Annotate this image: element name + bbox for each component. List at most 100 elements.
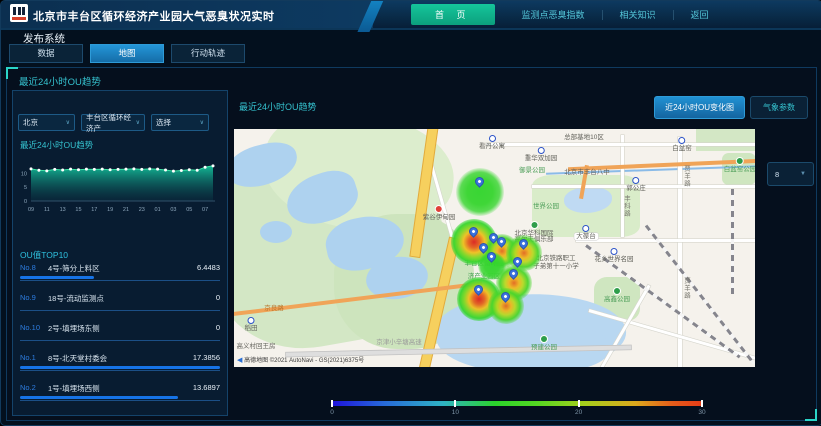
map-water — [260, 221, 292, 243]
map-label: 白盆窑 — [672, 137, 692, 152]
map-label-text: 大葆台 — [574, 233, 598, 240]
main-nav: 首 页监测点恶臭指数相关知识返回 — [411, 1, 726, 28]
map-park-area — [696, 129, 755, 151]
map-label-text: 重华双加园 — [525, 155, 558, 162]
map-label: 贾羊路 — [682, 165, 689, 188]
app-header: 北京市丰台区循环经济产业园大气恶臭状况实时 首 页监测点恶臭指数相关知识返回 — [1, 1, 821, 30]
map-label: 世界公园 — [533, 203, 559, 210]
ou-value: 6.4483 — [197, 263, 220, 272]
map-label: 京津小辛塘高速 — [376, 339, 422, 346]
map-railway — [731, 189, 734, 294]
park-icon — [613, 287, 621, 295]
map-canvas[interactable]: 看丹公寓总部基地10区重华双加园御景公园北京市丰台八中白盆窑白盆窑公园郭公庄世界… — [234, 129, 755, 367]
map-section-title: 最近24小时OU趋势 — [239, 100, 317, 113]
svg-text:03: 03 — [170, 207, 176, 213]
progress-track — [20, 276, 220, 281]
svg-text:13: 13 — [60, 207, 66, 213]
map-label-text: 高鑫公园 — [604, 296, 630, 303]
dashboard: 北京市丰台区循环经济产业园大气恶臭状况实时 首 页监测点恶臭指数相关知识返回 发… — [0, 0, 821, 426]
ou-top-row: No.18号-北天堂村委会17.3856 — [20, 353, 220, 380]
gaode-logo-icon: ◀ — [237, 357, 242, 364]
progress-track — [20, 336, 220, 341]
map-label-text: 总部基地10区 — [564, 134, 604, 141]
rank-label: No.9 — [20, 293, 36, 302]
map-label: 大葆台 — [574, 225, 598, 240]
filter-select[interactable]: 选择 ∨ — [151, 114, 209, 131]
svg-text:01: 01 — [155, 207, 161, 213]
map-label: 京良路 — [264, 305, 284, 312]
panel-title: 最近24小时OU趋势 — [19, 74, 101, 88]
panel-corner-accent — [6, 67, 18, 79]
legend-tick-label: 30 — [698, 409, 705, 416]
ou-top-row: No.102号-填埋场东侧0 — [20, 323, 220, 350]
button-气象参数[interactable]: 气象参数 — [750, 96, 808, 119]
progress-fill — [20, 276, 94, 279]
nav-item[interactable]: 返回 — [674, 8, 726, 21]
panel-corner-accent — [805, 409, 817, 421]
button-近24小时OU变化图[interactable]: 近24小时OU变化图 — [654, 96, 745, 119]
map-attribution-text: 高德地图 ©2021 AutoNavi - GS(2021)6375号 — [244, 358, 364, 364]
app-logo-icon — [10, 4, 28, 22]
ou-value: 17.3856 — [193, 353, 220, 362]
select-value: 选择 — [156, 117, 171, 128]
progress-fill — [20, 366, 220, 369]
subway-icon — [538, 147, 545, 154]
map-label: 花乡世界名园 — [595, 248, 634, 263]
svg-text:11: 11 — [44, 207, 50, 213]
map-label-text: 稻田 — [245, 325, 258, 332]
rank-label: No.2 — [20, 383, 36, 392]
chevron-down-icon: ∨ — [200, 119, 204, 126]
map-label-text: 预建公园 — [531, 344, 557, 351]
subway-icon — [489, 135, 496, 142]
filter-select[interactable]: 丰台区循环经济产∨ — [81, 114, 145, 131]
rank-label: No.8 — [20, 263, 36, 272]
station-name: 1号-填埋场西侧 — [48, 383, 100, 394]
svg-text:07: 07 — [202, 207, 208, 213]
svg-text:05: 05 — [186, 207, 192, 213]
map-label: 郭公庄 — [626, 177, 646, 192]
map-road — [486, 143, 755, 146]
legend-tick-label: 20 — [575, 409, 582, 416]
progress-track — [20, 366, 220, 371]
spot-icon — [435, 205, 443, 213]
select-value: 丰台区循环经济产 — [86, 112, 133, 134]
map-label: 看丹公寓 — [479, 135, 505, 150]
chevron-down-icon: ∨ — [136, 119, 140, 126]
map-label-text: 京津小辛塘高速 — [376, 339, 422, 346]
map-label: 高义村回王房 — [237, 343, 276, 350]
tab-地图[interactable]: 地图 — [90, 44, 164, 63]
subway-icon — [583, 225, 590, 232]
map-label-text: 京良路 — [264, 305, 284, 312]
filter-select[interactable]: 北京∨ — [18, 114, 75, 131]
legend-gradient-bar: 0102030 — [332, 401, 702, 406]
tab-数据[interactable]: 数据 — [9, 44, 83, 63]
map-label: 御景公园 — [519, 167, 545, 174]
tab-行动轨迹[interactable]: 行动轨迹 — [171, 44, 245, 63]
nav-item[interactable]: 首 页 — [411, 4, 495, 25]
map-label-text: 郭公庄 — [626, 185, 646, 192]
nav-item[interactable]: 监测点恶臭指数 — [505, 8, 602, 21]
ou-value: 0 — [216, 323, 220, 332]
map-label-text: 丰科路 — [622, 195, 629, 218]
map-label-text: 白盆窑 — [672, 145, 692, 152]
legend-tick — [331, 400, 333, 407]
map-label: 预建公园 — [531, 335, 557, 351]
map-label: 总部基地10区 — [564, 134, 604, 141]
nav-item[interactable]: 相关知识 — [603, 8, 673, 21]
progress-track — [20, 306, 220, 311]
map-label: 贾羊路 — [682, 277, 689, 300]
map-label-text: 紫谷伊甸园 — [423, 214, 456, 221]
progress-fill — [20, 396, 178, 399]
svg-text:23: 23 — [139, 207, 145, 213]
map-label: 稻田 — [245, 317, 258, 332]
station-name: 18号-流动监测点 — [48, 293, 104, 304]
map-label: 重华双加园 — [525, 147, 558, 162]
map-label-text: 看丹公寓 — [479, 143, 505, 150]
subway-icon — [679, 137, 686, 144]
subway-icon — [611, 248, 618, 255]
hour-select[interactable]: 8 ▼ — [767, 162, 814, 186]
chevron-down-icon: ∨ — [66, 119, 70, 126]
map-label-text: 子弟第十一小学 — [533, 263, 579, 270]
station-name: 4号-筛分上料区 — [48, 263, 100, 274]
chevron-down-icon: ▼ — [800, 171, 806, 177]
